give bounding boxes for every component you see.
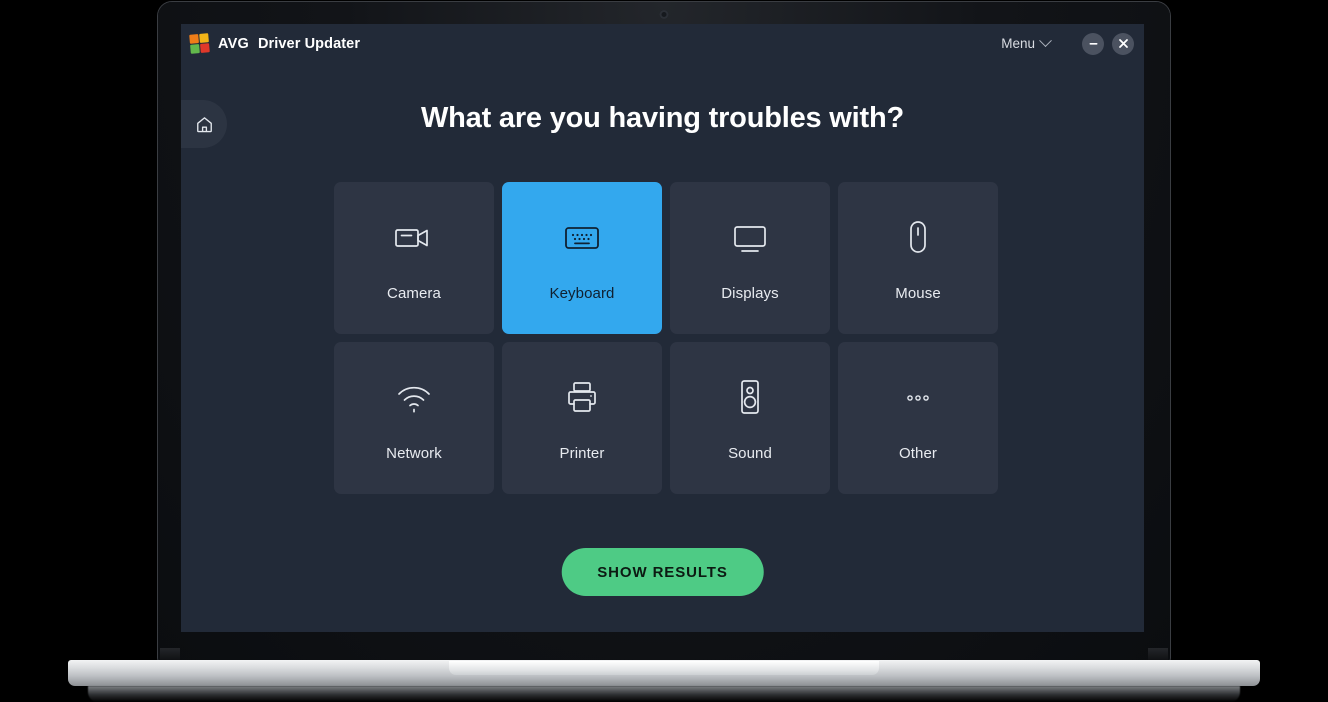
speaker-icon	[736, 375, 764, 421]
tile-label: Displays	[721, 284, 779, 302]
page-title: What are you having troubles with?	[420, 102, 904, 134]
tile-label: Printer	[559, 444, 605, 462]
minimize-icon	[1089, 43, 1097, 45]
trouble-category-grid: Camera Keyboard Displays Mouse Network P…	[334, 182, 998, 494]
menu-button[interactable]: Menu	[993, 31, 1058, 56]
close-icon	[1118, 39, 1128, 48]
brand-name: AVG	[218, 35, 249, 52]
tile-label: Mouse	[895, 284, 941, 302]
avg-logo-icon	[189, 33, 210, 54]
app-title: Driver Updater	[257, 35, 361, 52]
app-branding: AVG Driver Updater	[189, 33, 361, 54]
tile-network[interactable]: Network	[334, 342, 494, 494]
mouse-icon	[904, 215, 932, 261]
tile-other[interactable]: Other	[838, 342, 998, 494]
laptop-base-notch	[449, 661, 879, 675]
tile-label: Network	[386, 444, 442, 462]
keyboard-icon	[562, 215, 602, 261]
laptop-base-foot	[88, 686, 1240, 702]
chevron-down-icon	[1039, 34, 1052, 48]
tile-label: Camera	[387, 284, 441, 302]
tile-camera[interactable]: Camera	[334, 182, 494, 334]
tile-displays[interactable]: Displays	[670, 182, 830, 334]
monitor-icon	[730, 215, 770, 261]
ellipsis-icon	[903, 375, 933, 421]
video-camera-icon	[394, 215, 434, 261]
tile-sound[interactable]: Sound	[670, 342, 830, 494]
tile-keyboard[interactable]: Keyboard	[502, 182, 662, 334]
tile-printer[interactable]: Printer	[502, 342, 662, 494]
tile-mouse[interactable]: Mouse	[838, 182, 998, 334]
laptop-frame: AVG Driver Updater Menu What are you hav…	[158, 2, 1170, 662]
show-results-button[interactable]: SHOW RESULTS	[561, 548, 764, 596]
tile-label: Other	[898, 444, 937, 462]
printer-icon	[564, 375, 600, 421]
minimize-button[interactable]	[1082, 32, 1104, 55]
app-window: AVG Driver Updater Menu What are you hav…	[181, 24, 1144, 632]
tile-label: Keyboard	[549, 284, 615, 302]
tile-label: Sound	[728, 444, 772, 462]
titlebar: AVG Driver Updater Menu	[181, 24, 1144, 66]
menu-label: Menu	[1001, 36, 1035, 51]
wifi-icon	[394, 375, 434, 421]
close-button[interactable]	[1112, 32, 1134, 55]
laptop-base	[68, 660, 1260, 686]
webcam-icon	[659, 10, 669, 19]
window-controls: Menu	[993, 31, 1134, 56]
